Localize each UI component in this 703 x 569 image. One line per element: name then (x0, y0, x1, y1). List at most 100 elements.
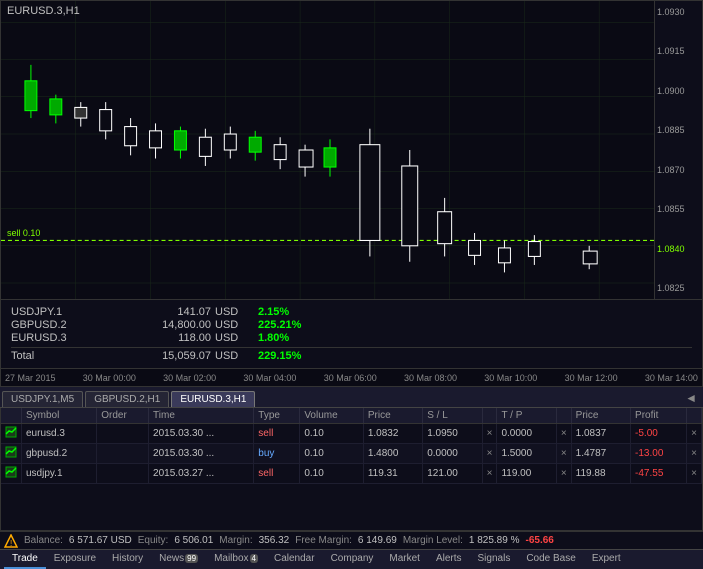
margin-label: Margin: (219, 535, 252, 546)
row-current-price-eurusd: 1.0837 (571, 424, 630, 444)
tab-alerts[interactable]: Alerts (428, 550, 470, 569)
col-tp: T / P (497, 408, 556, 424)
price-label-3: 1.0900 (657, 86, 700, 96)
summary-row-eurusd: EURUSD.3 118.00 USD 1.80% (11, 332, 692, 344)
price-label-6: 1.0855 (657, 204, 700, 214)
svg-text:!: ! (10, 539, 12, 548)
col-action (687, 408, 702, 424)
summary-currency-1: USD (215, 306, 250, 318)
tab-news[interactable]: News99 (151, 550, 206, 569)
row-close-usdjpy[interactable]: × (687, 464, 702, 484)
time-axis: 27 Mar 2015 30 Mar 00:00 30 Mar 02:00 30… (0, 369, 703, 387)
tab-usdjpy[interactable]: USDJPY.1,M5 (2, 391, 83, 407)
row-current-price-usdjpy: 119.88 (571, 464, 630, 484)
row-tp-eurusd: 0.0000 (497, 424, 556, 444)
summary-currency-3: USD (215, 332, 250, 344)
summary-currency-2: USD (215, 319, 250, 331)
tab-expert[interactable]: Expert (584, 550, 629, 569)
summary-amount-1: 141.07 (91, 306, 211, 318)
balance-icon: ! (4, 534, 18, 548)
tab-codebase[interactable]: Code Base (518, 550, 583, 569)
price-label-7: 1.0840 (657, 244, 700, 254)
row-tp-x-eurusd[interactable]: × (556, 424, 571, 444)
trade-table-container: Symbol Order Time Type Volume Price S / … (0, 408, 703, 531)
row-type-usdjpy: sell (254, 464, 300, 484)
table-header-row: Symbol Order Time Type Volume Price S / … (1, 408, 702, 424)
row-sl-x-gbpusd[interactable]: × (482, 444, 497, 464)
price-label-1: 1.0930 (657, 7, 700, 17)
symbol-tabs: USDJPY.1,M5 GBPUSD.2,H1 EURUSD.3,H1 ◄ (0, 387, 703, 408)
row-profit-usdjpy: -47.55 (631, 464, 687, 484)
col-time: Time (149, 408, 254, 424)
row-close-eurusd[interactable]: × (687, 424, 702, 444)
row-tp-usdjpy: 119.00 (497, 464, 556, 484)
tab-calendar[interactable]: Calendar (266, 550, 323, 569)
balance-bar: ! Balance: 6 571.67 USD Equity: 6 506.01… (0, 531, 703, 549)
col-sl: S / L (423, 408, 482, 424)
row-order-usdjpy (97, 464, 149, 484)
row-order-gbpusd (97, 444, 149, 464)
trade-table: Symbol Order Time Type Volume Price S / … (1, 408, 702, 484)
row-sl-x-usdjpy[interactable]: × (482, 464, 497, 484)
row-tp-x-usdjpy[interactable]: × (556, 464, 571, 484)
summary-symbol-3: EURUSD.3 (11, 332, 91, 344)
tab-eurusd[interactable]: EURUSD.3,H1 (171, 391, 255, 407)
row-profit-eurusd: -5.00 (631, 424, 687, 444)
time-label-7: 30 Mar 12:00 (565, 373, 618, 383)
col-sl-x (482, 408, 497, 424)
summary-total-currency: USD (215, 350, 250, 362)
table-row: usdjpy.1 2015.03.27 ... sell 0.10 119.31… (1, 464, 702, 484)
tab-exposure[interactable]: Exposure (46, 550, 104, 569)
summary-total-label: Total (11, 350, 91, 362)
tab-market[interactable]: Market (381, 550, 428, 569)
col-type: Type (254, 408, 300, 424)
row-tp-x-gbpusd[interactable]: × (556, 444, 571, 464)
row-symbol-eurusd: eurusd.3 (22, 424, 97, 444)
tab-gbpusd[interactable]: GBPUSD.2,H1 (85, 391, 169, 407)
tab-signals[interactable]: Signals (470, 550, 519, 569)
tab-mailbox[interactable]: Mailbox4 (206, 550, 266, 569)
table-row: eurusd.3 2015.03.30 ... sell 0.10 1.0832… (1, 424, 702, 444)
summary-total-amount: 15,059.07 (91, 350, 211, 362)
col-tp-x (556, 408, 571, 424)
summary-pct-1: 2.15% (258, 306, 289, 318)
chart-title: EURUSD.3,H1 (7, 5, 80, 17)
summary-area: USDJPY.1 141.07 USD 2.15% GBPUSD.2 14,80… (0, 300, 703, 369)
summary-row-gbpusd: GBPUSD.2 14,800.00 USD 225.21% (11, 319, 692, 331)
tab-company[interactable]: Company (323, 550, 382, 569)
row-price-usdjpy: 119.31 (363, 464, 422, 484)
table-row: gbpusd.2 2015.03.30 ... buy 0.10 1.4800 … (1, 444, 702, 464)
free-margin-label: Free Margin: (295, 535, 352, 546)
row-volume-gbpusd: 0.10 (300, 444, 364, 464)
svg-text:sell 0.10: sell 0.10 (7, 228, 40, 238)
margin-level-value: 1 825.89 % (469, 535, 520, 546)
row-volume-usdjpy: 0.10 (300, 464, 364, 484)
row-sl-x-eurusd[interactable]: × (482, 424, 497, 444)
chart-svg: sell 0.10 (1, 1, 654, 299)
row-type-eurusd: sell (254, 424, 300, 444)
row-tp-gbpusd: 1.5000 (497, 444, 556, 464)
chart-area: EURUSD.3,H1 (0, 0, 703, 300)
summary-total-pct: 229.15% (258, 350, 301, 362)
summary-row-usdjpy: USDJPY.1 141.07 USD 2.15% (11, 306, 692, 318)
col-close (1, 408, 22, 424)
row-profit-gbpusd: -13.00 (631, 444, 687, 464)
margin-value: 356.32 (259, 535, 290, 546)
col-profit: Profit (631, 408, 687, 424)
scroll-right-arrow[interactable]: ◄ (681, 389, 701, 407)
price-scale: 1.0930 1.0915 1.0900 1.0885 1.0870 1.085… (654, 1, 702, 299)
time-label-0: 27 Mar 2015 (5, 373, 56, 383)
news-badge: 99 (185, 554, 198, 563)
row-close-gbpusd[interactable]: × (687, 444, 702, 464)
row-sl-eurusd: 1.0950 (423, 424, 482, 444)
tab-trade[interactable]: Trade (4, 550, 46, 569)
summary-amount-3: 118.00 (91, 332, 211, 344)
bottom-nav: Trade Exposure History News99 Mailbox4 C… (0, 549, 703, 569)
equity-label: Equity: (138, 535, 169, 546)
row-icon-gbpusd (1, 444, 22, 464)
row-symbol-gbpusd: gbpusd.2 (22, 444, 97, 464)
tab-history[interactable]: History (104, 550, 151, 569)
time-label-6: 30 Mar 10:00 (484, 373, 537, 383)
row-time-gbpusd: 2015.03.30 ... (149, 444, 254, 464)
row-icon-usdjpy (1, 464, 22, 484)
